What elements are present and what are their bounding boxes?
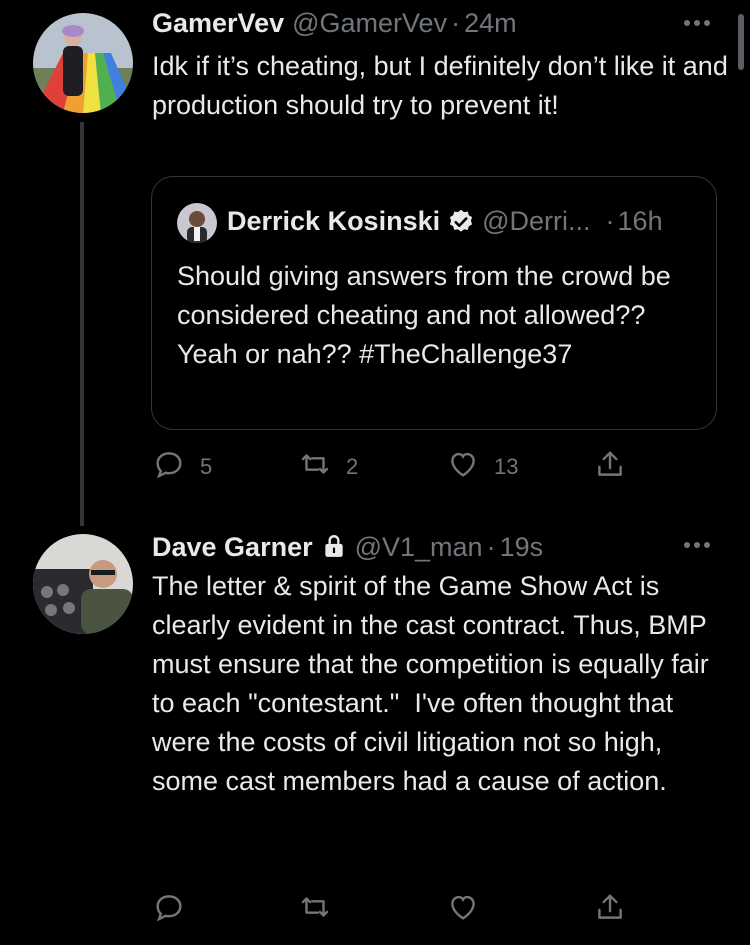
share-button[interactable] [593, 447, 627, 487]
tweet1-header: GamerVev @GamerVev · 24m [152, 8, 517, 39]
tweet1-display-name[interactable]: GamerVev [152, 8, 284, 39]
like-button[interactable]: 13 [446, 447, 518, 487]
retweet-button[interactable] [298, 890, 332, 930]
retweet-count: 2 [346, 454, 359, 479]
quote-time: 16h [617, 206, 663, 236]
share-button[interactable] [593, 890, 627, 930]
tweet2-header: Dave Garner @V1_man · 19s [152, 530, 543, 563]
verified-badge-icon [447, 208, 475, 236]
gamervev-avatar[interactable] [33, 13, 133, 113]
reply-icon [152, 890, 186, 930]
reply-button[interactable]: 5 [152, 447, 212, 487]
quote-dot: · [605, 206, 615, 236]
derrick-avatar[interactable] [177, 203, 217, 243]
thread-connector-line [80, 122, 84, 526]
like-button[interactable] [446, 890, 480, 930]
quote-header: Derrick Kosinski @Derri... · 16h [227, 206, 663, 237]
share-icon [593, 890, 627, 930]
more-horizontal-icon[interactable] [680, 530, 714, 565]
quote-handle: @Derri... [482, 206, 591, 236]
quote-display-name: Derrick Kosinski [227, 206, 441, 236]
scrollbar-thumb[interactable] [738, 14, 744, 70]
share-icon [593, 447, 627, 487]
tweet2-dot: · [486, 532, 496, 562]
heart-icon [446, 447, 480, 487]
tweet2-text: The letter & spirit of the Game Show Act… [152, 571, 717, 796]
tweet2-display-name[interactable]: Dave Garner [152, 532, 313, 563]
tweet2-time[interactable]: 19s [500, 532, 544, 563]
lock-icon [321, 533, 347, 559]
reply-icon [152, 447, 186, 487]
reply-button[interactable] [152, 890, 186, 930]
tweet2-handle[interactable]: @V1_man [355, 532, 483, 563]
like-count: 13 [494, 454, 519, 479]
tweet1-time[interactable]: 24m [464, 8, 517, 39]
quote-text: Should giving answers from the crowd be … [177, 261, 679, 369]
tweet1-text: Idk if it’s cheating, but I definitely d… [152, 51, 736, 120]
more-horizontal-icon[interactable] [680, 8, 714, 43]
tweet1-handle[interactable]: @GamerVev [292, 8, 447, 39]
retweet-icon [298, 890, 332, 930]
retweet-icon [298, 447, 332, 487]
dave-garner-avatar[interactable] [33, 534, 133, 634]
reply-count: 5 [200, 454, 213, 479]
heart-icon [446, 890, 480, 930]
retweet-button[interactable]: 2 [298, 447, 358, 487]
tweet1-dot: · [451, 8, 461, 38]
